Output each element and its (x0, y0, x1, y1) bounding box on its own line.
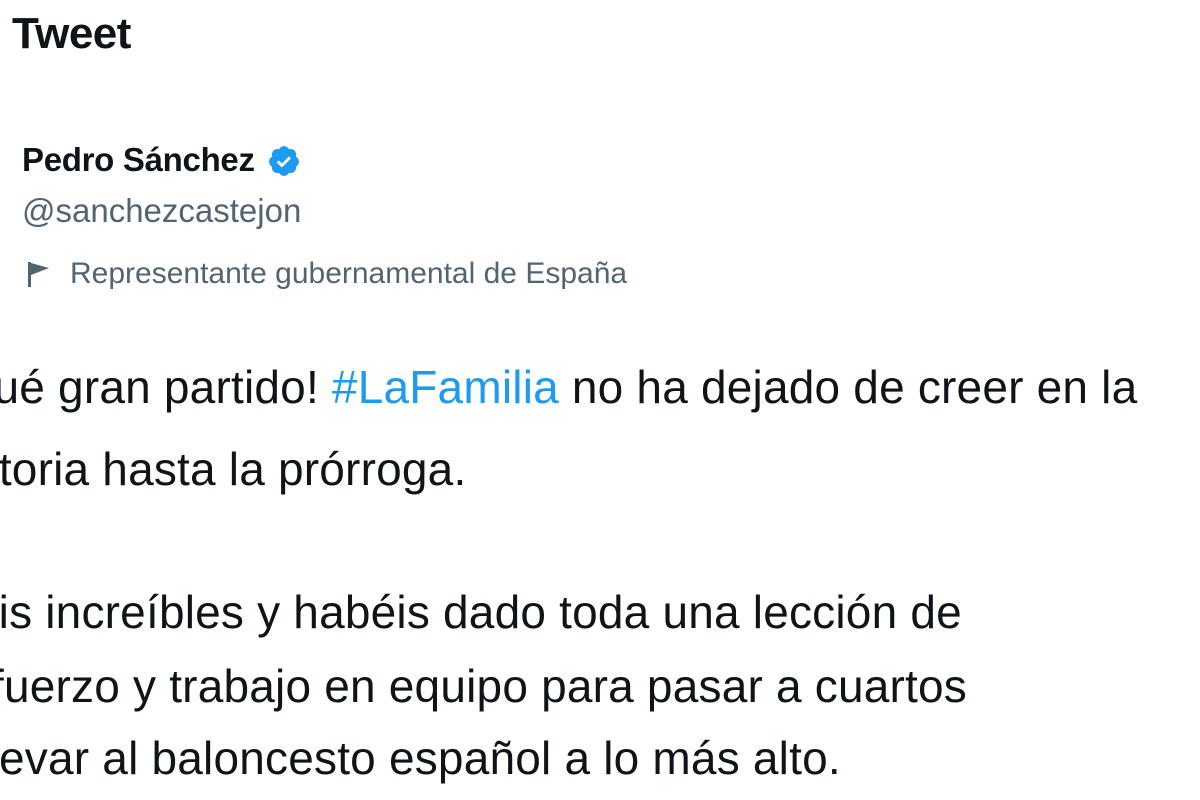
tweet-line: ¡Qué gran partido! #LaFamilia no ha deja… (0, 356, 1137, 418)
tweet-line: victoria hasta la prórroga. (0, 443, 467, 495)
verified-badge-icon (267, 144, 301, 178)
tweet-line: Sois increíbles y habéis dado toda una l… (0, 586, 962, 638)
flag-icon (24, 259, 54, 289)
tweet-text-segment: ¡Qué gran partido! (0, 361, 319, 413)
tweet-line: y llevar al baloncesto español a lo más … (0, 732, 841, 784)
tweet-text-segment: no ha dejado de creer en la (558, 361, 1138, 413)
author-handle[interactable]: @sanchezcastejon (22, 190, 301, 232)
author-row: Pedro Sánchez (22, 138, 301, 182)
hashtag-link[interactable]: #LaFamilia (332, 361, 559, 413)
author-name[interactable]: Pedro Sánchez (22, 138, 255, 182)
account-label-text: Representante gubernamental de España (70, 257, 628, 290)
tweet-line: esfuerzo y trabajo en equipo para pasar … (0, 660, 967, 712)
page-title: Tweet (12, 9, 131, 58)
government-label: Representante gubernamental de España (24, 253, 627, 295)
